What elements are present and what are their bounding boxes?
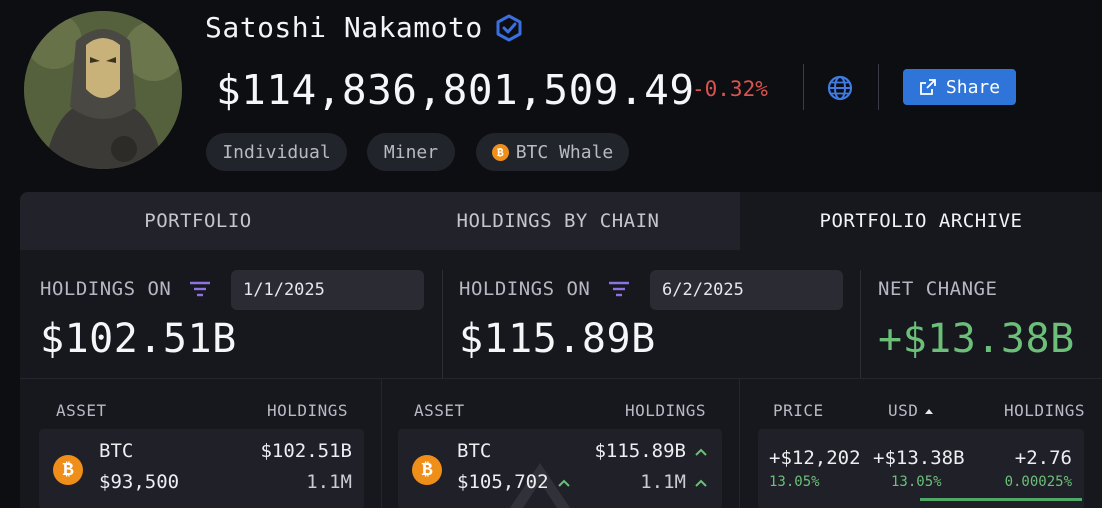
holdings-table-start: ASSET HOLDINGS ₿ BTC $93,500 $102.51B 1.…: [20, 379, 382, 508]
watermark-logo: [510, 463, 570, 508]
snapshot-label: HOLDINGS ON: [459, 278, 630, 300]
tag-miner[interactable]: Miner: [367, 133, 455, 171]
snapshot-value: $102.51B: [40, 316, 237, 362]
tag-label: Miner: [383, 141, 439, 163]
snapshot-value: $115.89B: [459, 316, 656, 362]
snapshot-label-text: HOLDINGS ON: [40, 278, 172, 300]
net-change-label: NET CHANGE: [878, 278, 998, 300]
sort-ascending-icon: [925, 408, 934, 414]
tab-holdings-by-chain[interactable]: HOLDINGS BY CHAIN: [376, 192, 740, 250]
holding-value-wrap: $115.89B: [594, 440, 708, 462]
arrow-up-icon: [695, 479, 707, 487]
tab-label: PORTFOLIO: [144, 210, 252, 232]
column-header-asset[interactable]: ASSET: [56, 401, 107, 420]
share-button[interactable]: Share: [903, 69, 1016, 105]
price-change: +$12,202: [769, 447, 861, 469]
tab-label: PORTFOLIO ARCHIVE: [819, 210, 1023, 232]
asset-price: $93,500: [99, 471, 180, 493]
table-row[interactable]: +$12,202 13.05% +$13.38B 13.05% +2.76 0.…: [758, 429, 1084, 508]
verified-badge-icon: [495, 14, 523, 42]
filter-icon[interactable]: [189, 281, 211, 297]
profile-name-text: Satoshi Nakamoto: [205, 11, 483, 44]
holding-value: $115.89B: [594, 440, 686, 462]
column-header-holdings[interactable]: HOLDINGS: [625, 401, 706, 420]
tab-portfolio[interactable]: PORTFOLIO: [20, 192, 376, 250]
holdings-change-pct: 0.00025%: [1004, 474, 1072, 490]
tab-bar: PORTFOLIO HOLDINGS BY CHAIN PORTFOLIO AR…: [20, 192, 1102, 250]
holding-amount-wrap: 1.1M: [640, 471, 708, 493]
snapshot-end: HOLDINGS ON 6/2/2025 $115.89B: [439, 250, 859, 378]
external-link-icon: [920, 79, 936, 95]
tag-individual[interactable]: Individual: [206, 133, 347, 171]
usd-change: +$13.38B: [873, 447, 965, 469]
net-change-value: +$13.38B: [878, 316, 1075, 362]
snapshot-start: HOLDINGS ON 1/1/2025 $102.51B: [20, 250, 442, 378]
column-header-holdings[interactable]: HOLDINGS: [1004, 401, 1085, 420]
column-header-usd-label: USD: [888, 401, 919, 420]
holding-amount: 1.1M: [640, 471, 686, 493]
price-change-pct: 13.05%: [769, 474, 820, 490]
end-date-input[interactable]: 6/2/2025: [650, 270, 843, 310]
divider: [803, 64, 804, 110]
profile-page: Satoshi Nakamoto $114,836,801,509.49 -0.…: [0, 0, 1102, 508]
table-row[interactable]: ₿ BTC $93,500 $102.51B 1.1M: [39, 429, 364, 508]
bitcoin-icon: ₿: [412, 455, 442, 485]
column-header-holdings[interactable]: HOLDINGS: [267, 401, 348, 420]
holdings-change: +2.76: [1014, 447, 1072, 469]
avatar: [24, 11, 182, 169]
tag-label: Individual: [222, 141, 331, 163]
snapshot-label: HOLDINGS ON: [40, 278, 211, 300]
net-change: NET CHANGE +$13.38B: [858, 250, 1102, 378]
asset-symbol: BTC: [457, 440, 492, 462]
profile-name: Satoshi Nakamoto: [205, 10, 523, 46]
column-header-asset[interactable]: ASSET: [414, 401, 465, 420]
globe-icon[interactable]: [826, 74, 854, 102]
holding-amount: 1.1M: [306, 471, 352, 493]
avatar-image: [24, 11, 182, 169]
divider: [878, 64, 879, 110]
arrow-up-icon: [695, 448, 707, 456]
holding-value: $102.51B: [260, 440, 352, 462]
column-header-usd[interactable]: USD: [888, 401, 934, 420]
snapshot-label-text: HOLDINGS ON: [459, 278, 591, 300]
total-value: $114,836,801,509.49: [216, 66, 695, 114]
change-percent: -0.32%: [692, 77, 768, 101]
tab-portfolio-archive[interactable]: PORTFOLIO ARCHIVE: [740, 192, 1102, 250]
tab-label: HOLDINGS BY CHAIN: [456, 210, 660, 232]
filter-icon[interactable]: [608, 281, 630, 297]
bitcoin-icon: ₿: [491, 143, 509, 161]
tag-label: BTC Whale: [515, 141, 614, 163]
change-indicator-bar: [920, 498, 1082, 501]
start-date-input[interactable]: 1/1/2025: [231, 270, 424, 310]
asset-symbol: BTC: [99, 440, 134, 462]
bitcoin-icon: ₿: [53, 455, 83, 485]
share-button-label: Share: [945, 76, 1001, 98]
column-header-price[interactable]: PRICE: [773, 401, 824, 420]
tag-btc-whale[interactable]: ₿ BTC Whale: [476, 133, 629, 171]
change-table: PRICE USD HOLDINGS +$12,202 13.05% +$13.…: [740, 379, 1102, 508]
usd-change-pct: 13.05%: [891, 474, 942, 490]
